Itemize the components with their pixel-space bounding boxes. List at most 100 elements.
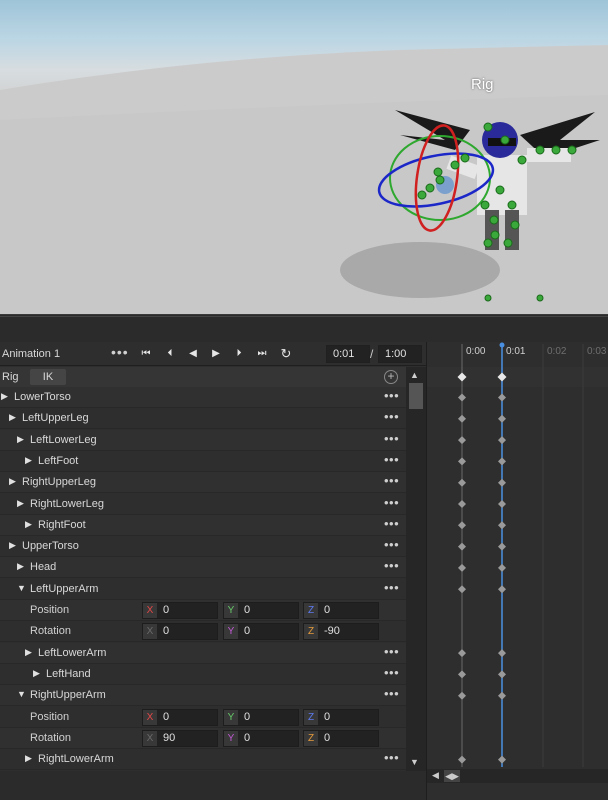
track-row[interactable]: ▶ RightLowerArm •••: [0, 749, 406, 771]
track-row[interactable]: ▶ LeftHand •••: [0, 663, 406, 685]
y-value[interactable]: 0: [244, 604, 250, 616]
loop-toggle-icon[interactable]: ↻: [276, 345, 296, 363]
keyframe-marker: [498, 755, 506, 764]
property-row[interactable]: Rotation X 0 Y 0 Z -90: [0, 621, 406, 643]
expand-arrow-icon[interactable]: ▶: [25, 455, 32, 466]
expand-arrow-icon[interactable]: ▶: [33, 668, 40, 679]
scroll-left-icon[interactable]: ◀: [432, 770, 439, 781]
skip-to-start-button[interactable]: ⏮: [136, 345, 156, 363]
track-list-scrollbar[interactable]: ▲ ▼: [406, 367, 426, 771]
y-value-field[interactable]: Y0: [223, 623, 299, 641]
track-row[interactable]: ▶ LeftLowerLeg •••: [0, 429, 406, 451]
y-value[interactable]: 0: [244, 732, 250, 744]
y-value-field[interactable]: Y0: [223, 729, 299, 747]
keyframe-marker: [498, 670, 506, 679]
property-name: Position: [30, 710, 70, 723]
expand-arrow-icon[interactable]: ▶: [17, 434, 24, 445]
timeline-canvas[interactable]: [427, 342, 608, 800]
expand-arrow-icon[interactable]: ▶: [17, 561, 24, 572]
x-value-field[interactable]: X 90: [142, 729, 218, 747]
z-value[interactable]: 0: [324, 732, 330, 744]
track-menu-button[interactable]: •••: [384, 558, 399, 573]
track-menu-button[interactable]: •••: [384, 495, 399, 510]
property-row[interactable]: Position X 0 Y 0 Z 0: [0, 600, 406, 621]
ik-button[interactable]: IK: [30, 369, 66, 385]
track-row[interactable]: ▶ LeftLowerArm •••: [0, 642, 406, 664]
play-backward-button[interactable]: ◀: [183, 345, 203, 363]
track-row[interactable]: ▶ Head •••: [0, 557, 406, 579]
y-axis-label: Y: [224, 730, 238, 746]
property-row[interactable]: Position X 0 Y 0 Z 0: [0, 706, 406, 728]
x-value-field[interactable]: X0: [142, 708, 218, 726]
next-keyframe-button[interactable]: ⏵: [229, 345, 249, 363]
track-menu-button[interactable]: •••: [384, 644, 399, 659]
play-button[interactable]: ▶: [206, 345, 226, 363]
expand-arrow-icon[interactable]: ▶: [17, 498, 24, 509]
animation-name[interactable]: Animation 1: [2, 348, 60, 360]
z-value-field[interactable]: Z0: [303, 602, 379, 619]
expand-arrow-icon[interactable]: ▶: [25, 647, 32, 658]
z-value-field[interactable]: Z0: [303, 708, 379, 726]
track-menu-button[interactable]: •••: [384, 537, 399, 552]
track-row[interactable]: ▶ UpperTorso •••: [0, 536, 406, 558]
track-menu-button[interactable]: •••: [384, 686, 399, 701]
x-value[interactable]: 0: [163, 604, 169, 616]
x-value[interactable]: 90: [163, 732, 175, 744]
previous-keyframe-button[interactable]: ⏴: [160, 345, 180, 363]
3d-viewport[interactable]: Rig: [0, 0, 608, 314]
y-axis-label: Y: [224, 624, 238, 640]
y-value[interactable]: 0: [244, 711, 250, 723]
keyframe-marker: [458, 755, 466, 764]
z-value[interactable]: 0: [324, 604, 330, 616]
rig-label: Rig: [2, 371, 19, 383]
track-menu-button[interactable]: •••: [384, 388, 399, 403]
property-row[interactable]: Rotation X 90 Y 0 Z 0: [0, 727, 406, 749]
track-row[interactable]: ▶ RightUpperLeg •••: [0, 472, 406, 494]
track-menu-button[interactable]: •••: [384, 473, 399, 488]
z-value-field[interactable]: Z0: [303, 729, 379, 747]
scroll-down-icon[interactable]: ▼: [410, 757, 419, 767]
z-value[interactable]: 0: [324, 711, 330, 723]
track-row[interactable]: ▶ RightFoot •••: [0, 514, 406, 536]
track-row[interactable]: ▼ RightUpperArm •••: [0, 685, 406, 707]
track-row[interactable]: ▶ LeftUpperLeg •••: [0, 408, 406, 430]
track-menu-button[interactable]: •••: [384, 452, 399, 467]
add-track-button[interactable]: +: [384, 370, 398, 384]
track-menu-button[interactable]: •••: [384, 431, 399, 446]
expand-arrow-icon[interactable]: ▶: [25, 753, 32, 764]
expand-arrow-icon[interactable]: ▶: [25, 519, 32, 530]
z-value[interactable]: -90: [324, 625, 340, 637]
expand-arrow-icon[interactable]: ▶: [9, 540, 16, 551]
scroll-up-icon[interactable]: ▲: [410, 370, 419, 380]
track-row[interactable]: ▶ LowerTorso •••: [0, 387, 406, 408]
timeline-panel[interactable]: 0:00 0:01 0:02 0:03 ◀ ◀▶: [426, 342, 608, 800]
y-value-field[interactable]: Y0: [223, 602, 299, 619]
z-value-field[interactable]: Z -90: [303, 623, 379, 641]
y-value-field[interactable]: Y0: [223, 708, 299, 726]
x-value-field[interactable]: X0: [142, 602, 218, 619]
zoom-handle-icon[interactable]: ◀▶: [444, 770, 460, 782]
track-row[interactable]: ▶ LeftFoot •••: [0, 450, 406, 472]
track-menu-button[interactable]: •••: [384, 750, 399, 765]
x-value[interactable]: 0: [163, 625, 169, 637]
track-menu-button[interactable]: •••: [384, 409, 399, 424]
collapse-arrow-icon[interactable]: ▼: [17, 583, 26, 593]
animation-menu-button[interactable]: •••: [111, 344, 129, 360]
y-value[interactable]: 0: [244, 625, 250, 637]
track-menu-button[interactable]: •••: [384, 665, 399, 680]
skip-to-end-button[interactable]: ⏭: [252, 345, 272, 363]
scroll-thumb[interactable]: [409, 383, 423, 409]
end-time-input[interactable]: 1:00: [378, 345, 422, 363]
track-menu-button[interactable]: •••: [384, 580, 399, 595]
expand-arrow-icon[interactable]: ▶: [1, 391, 8, 402]
x-value[interactable]: 0: [163, 711, 169, 723]
track-menu-button[interactable]: •••: [384, 516, 399, 531]
track-row[interactable]: ▼ LeftUpperArm •••: [0, 578, 406, 600]
expand-arrow-icon[interactable]: ▶: [9, 476, 16, 487]
collapse-arrow-icon[interactable]: ▼: [17, 689, 26, 699]
timeline-scrollbar[interactable]: ◀ ◀▶: [427, 769, 608, 783]
current-time-input[interactable]: 0:01: [326, 345, 370, 363]
x-value-field[interactable]: X0: [142, 623, 218, 641]
expand-arrow-icon[interactable]: ▶: [9, 412, 16, 423]
track-row[interactable]: ▶ RightLowerLeg •••: [0, 493, 406, 515]
